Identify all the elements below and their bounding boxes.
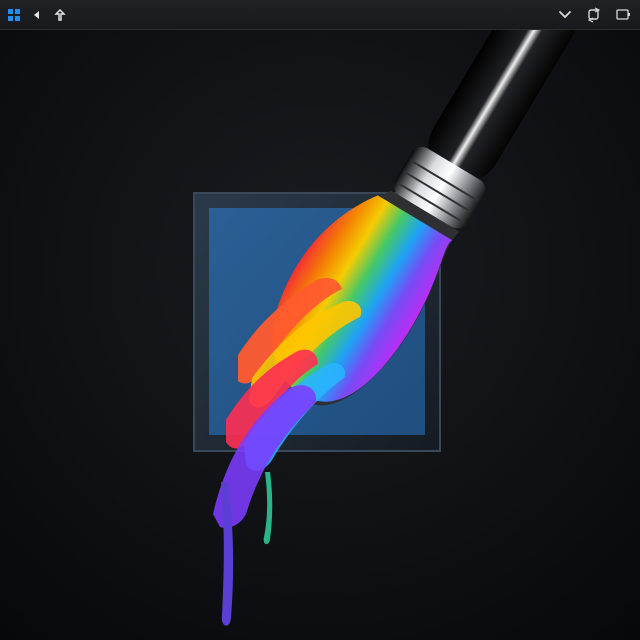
refresh-icon [587, 6, 601, 23]
window-restore-icon [616, 8, 630, 20]
chevron-down-icon [559, 10, 571, 18]
pin-icon[interactable] [52, 7, 68, 23]
refresh-icon[interactable] [583, 4, 605, 26]
back-icon [34, 10, 39, 19]
title-bar [0, 0, 640, 30]
paint-app-window [0, 0, 640, 640]
windows-icon[interactable] [6, 7, 22, 23]
paint-drip-green [263, 472, 273, 545]
artwork-canvas [0, 30, 640, 640]
title-bar-right-controls [554, 4, 634, 26]
window-restore-icon[interactable] [612, 4, 634, 26]
paintbrush-artwork [193, 30, 577, 626]
chevron-down-icon[interactable] [554, 4, 576, 26]
pin-icon [54, 8, 66, 21]
back-icon[interactable] [29, 7, 45, 23]
title-bar-left-controls [6, 7, 68, 23]
windows-icon [8, 8, 20, 21]
